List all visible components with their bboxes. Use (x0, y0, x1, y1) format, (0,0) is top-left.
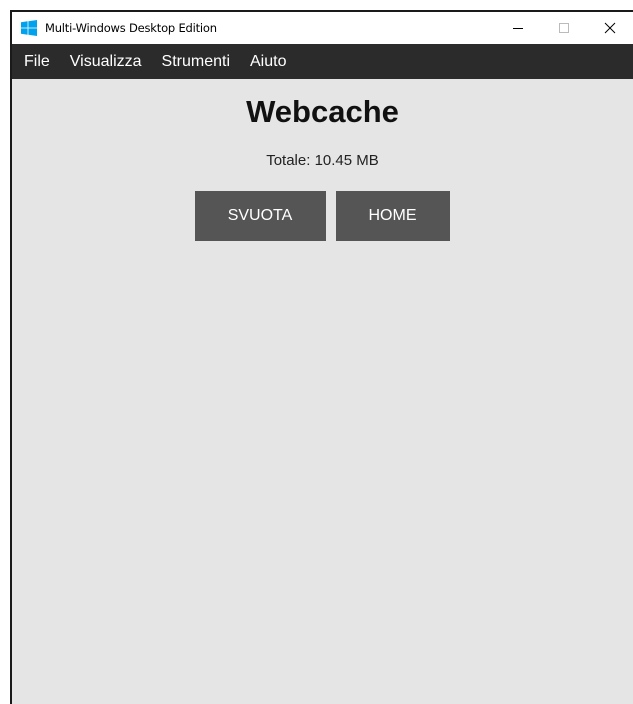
menu-bar: File Visualizza Strumenti Aiuto (12, 44, 633, 79)
minimize-icon (513, 28, 523, 29)
home-button[interactable]: HOME (335, 191, 450, 241)
page-title: Webcache (246, 94, 399, 129)
menu-strumenti[interactable]: Strumenti (152, 44, 240, 79)
minimize-button[interactable] (495, 12, 541, 44)
menu-aiuto[interactable]: Aiuto (240, 44, 296, 79)
close-button[interactable] (587, 12, 633, 44)
cache-total: Totale: 10.45 MB (266, 152, 379, 169)
maximize-icon (559, 23, 569, 33)
maximize-button[interactable] (541, 12, 587, 44)
windows-logo-icon (21, 20, 37, 36)
title-bar[interactable]: Multi-Windows Desktop Edition (12, 12, 633, 44)
action-buttons: SVUOTA HOME (12, 191, 633, 241)
main-content: Webcache Totale: 10.45 MB SVUOTA HOME (12, 79, 633, 241)
window-controls (495, 12, 633, 44)
close-icon (604, 22, 616, 34)
clear-cache-button[interactable]: SVUOTA (194, 191, 326, 241)
menu-file[interactable]: File (14, 44, 60, 79)
window-title: Multi-Windows Desktop Edition (45, 21, 217, 35)
menu-visualizza[interactable]: Visualizza (60, 44, 152, 79)
app-window: Multi-Windows Desktop Edition File Visua… (10, 10, 633, 704)
